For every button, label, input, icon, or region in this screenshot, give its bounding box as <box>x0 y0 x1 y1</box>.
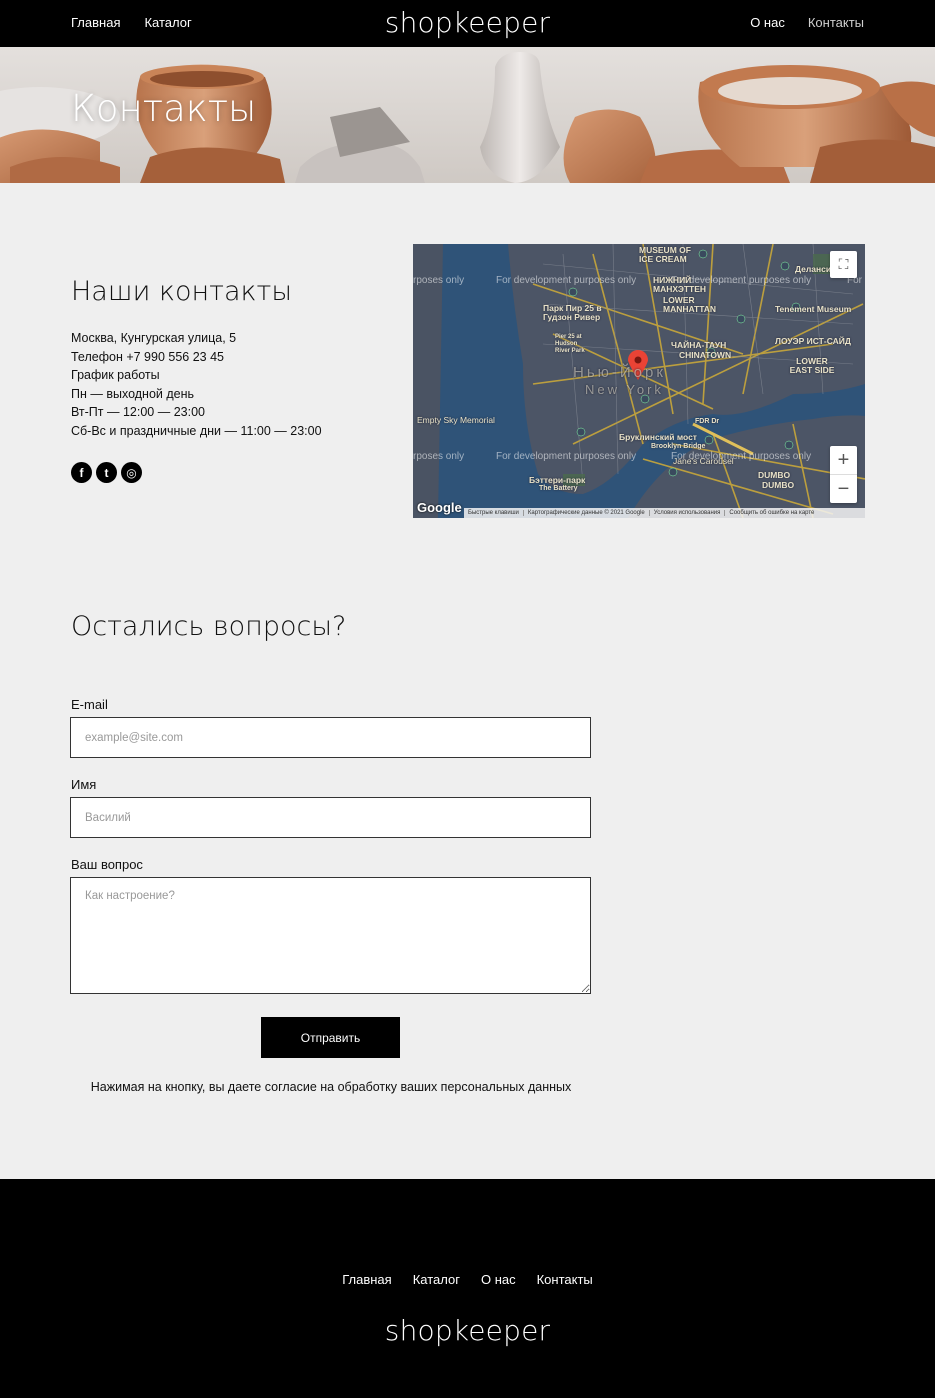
map-label-bridge-ru: Бруклинский мост <box>619 432 697 442</box>
form-heading: Остались вопросы? <box>71 611 347 642</box>
map-label-empty-sky: Empty Sky Memorial <box>417 415 495 425</box>
google-logo[interactable]: Google <box>417 500 462 515</box>
map-shortcuts-link[interactable]: Быстрые клавиши <box>464 510 524 516</box>
instagram-icon[interactable]: ◎ <box>121 462 142 483</box>
map-label-lower-manhattan-ru: НИЖНИЙ МАНХЭТТЕН <box>653 275 707 294</box>
page-title: Контакты <box>71 87 257 130</box>
map-label-les-en: LOWER EAST SIDE <box>789 356 835 375</box>
contact-schedule-weekend: Сб-Вс и праздничные дни — 11:00 — 23:00 <box>71 423 322 438</box>
map-label-pier-en: Pier 25 at Hudson River Park <box>555 334 585 354</box>
contact-schedule-title: График работы <box>71 368 160 382</box>
contacts-heading: Наши контакты <box>71 276 293 307</box>
map-label-jane: Jane's Carousel <box>673 456 734 466</box>
contact-info: Москва, Кунгурская улица, 5 Телефон +7 9… <box>71 329 322 440</box>
map-label-pier: Парк Пир 25 в Гудзон Ривер <box>543 303 602 322</box>
name-label: Имя <box>71 777 97 792</box>
map-label-battery-ru: Бэттери-парк <box>529 475 586 485</box>
contact-schedule-mon: Пн — выходной день <box>71 386 195 401</box>
map-dev-watermark-2: For development purposes only <box>496 275 637 286</box>
question-label: Ваш вопрос <box>71 857 143 872</box>
map-label-fdr: FDR Dr <box>695 418 720 425</box>
map-label-dumbo-ru: DUMBO <box>758 470 791 480</box>
footer-link-home[interactable]: Главная <box>342 1272 391 1287</box>
nav-link-about[interactable]: О нас <box>750 15 785 30</box>
email-field[interactable] <box>70 717 591 758</box>
map-label-chinatown-ru: ЧАЙНА-ТАУН <box>671 340 727 350</box>
map-label-newyork-ru: Нью-Йорк <box>573 364 666 381</box>
social-links: f t ◎ <box>71 462 142 483</box>
map-label-bridge-en: Brooklyn Bridge <box>651 443 706 450</box>
map-zoom-out-button[interactable]: − <box>830 475 857 503</box>
contact-schedule-weekdays: Вт-Пт — 12:00 — 23:00 <box>71 405 205 419</box>
map-label-dumbo-en: DUMBO <box>762 480 795 490</box>
email-label: E-mail <box>71 697 108 712</box>
consent-text: Нажимая на кнопку, вы даете согласие на … <box>90 1080 572 1094</box>
contact-phone: Телефон +7 990 556 23 45 <box>71 349 224 364</box>
map-label-newyork-en: New York <box>585 382 664 397</box>
map-label-les-ru: ЛОУЭР ИСТ-САЙД <box>775 336 851 346</box>
footer-link-about[interactable]: О нас <box>481 1272 516 1287</box>
site-header: Главная Каталог shopkeeper О нас Контакт… <box>0 0 935 47</box>
map-attribution-bar: Быстрые клавиши Картографические данные … <box>464 508 865 518</box>
footer-nav: Главная Каталог О нас Контакты <box>0 1272 935 1287</box>
map-label-lower-manhattan-en: LOWER MANHATTAN <box>663 295 717 314</box>
map-terms-link[interactable]: Условия использования <box>650 510 726 516</box>
map-dev-watermark-5: rposes only <box>413 451 465 462</box>
map-fullscreen-button[interactable]: ⛶ <box>830 251 857 278</box>
map-zoom-in-button[interactable]: + <box>830 446 857 474</box>
question-textarea[interactable] <box>70 877 591 994</box>
nav-link-contacts[interactable]: Контакты <box>808 15 864 30</box>
map-dev-watermark-6: For development purposes only <box>496 451 637 462</box>
footer-link-contacts[interactable]: Контакты <box>537 1272 593 1287</box>
twitter-icon[interactable]: t <box>96 462 117 483</box>
map-data-attribution: Картографические данные © 2021 Google <box>524 510 650 516</box>
map-label-chinatown-en: CHINATOWN <box>679 350 732 360</box>
header-nav-right: О нас Контакты <box>750 15 864 30</box>
footer-logo[interactable]: shopkeeper <box>0 1314 935 1347</box>
submit-button[interactable]: Отправить <box>261 1017 400 1058</box>
footer-link-catalog[interactable]: Каталог <box>413 1272 460 1287</box>
contact-address: Москва, Кунгурская улица, 5 <box>71 331 237 345</box>
map-zoom-control: + − <box>830 446 857 503</box>
map-label-battery-en: The Battery <box>539 485 578 492</box>
map-dev-watermark-1: rposes only <box>413 275 465 286</box>
map-label-museum: MUSEUM OF ICE CREAM <box>639 245 691 264</box>
facebook-icon[interactable]: f <box>71 462 92 483</box>
google-map[interactable]: rposes only For development purposes onl… <box>413 244 865 518</box>
map-label-delancey: Деланси <box>795 264 832 274</box>
name-field[interactable] <box>70 797 591 838</box>
map-label-tenement: Tenement Museum <box>775 304 852 314</box>
hero-banner: Контакты <box>0 47 935 183</box>
site-footer: Главная Каталог О нас Контакты shopkeepe… <box>0 1179 935 1398</box>
map-report-link[interactable]: Сообщить об ошибке на карте <box>725 510 818 516</box>
